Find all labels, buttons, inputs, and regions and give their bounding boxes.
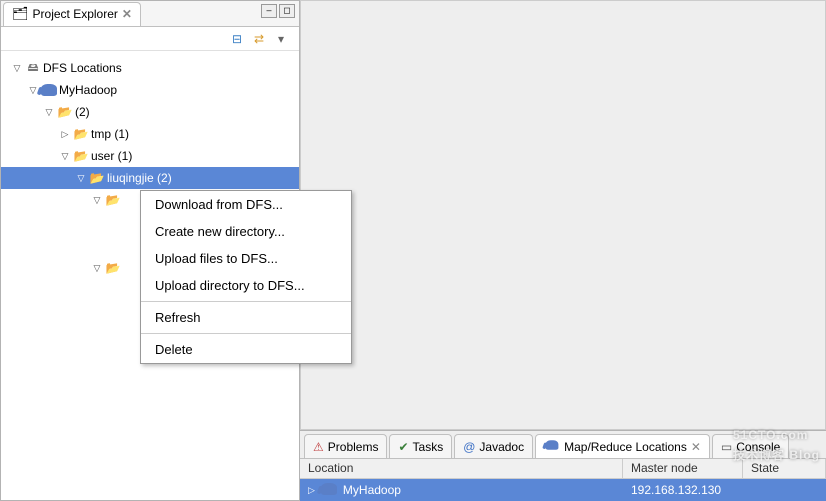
table-header: Location Master node State xyxy=(300,459,826,479)
minimize-button[interactable]: – xyxy=(261,4,277,18)
console-icon: ▭ xyxy=(721,440,732,454)
tab-console[interactable]: ▭ Console xyxy=(712,434,789,458)
bottom-pane: ⚠ Problems ✔ Tasks @ Javadoc Map/Reduce … xyxy=(300,430,826,501)
row-location: MyHadoop xyxy=(343,483,401,497)
drive-icon xyxy=(25,60,41,76)
project-explorer-icon xyxy=(12,6,29,22)
menu-delete[interactable]: Delete xyxy=(141,336,351,363)
chevron-down-icon[interactable]: ▽ xyxy=(75,172,87,184)
maximize-button[interactable]: ◻ xyxy=(279,4,295,18)
folder-open-icon xyxy=(105,192,121,208)
tree-label: tmp (1) xyxy=(91,127,129,141)
tree-node-user[interactable]: ▽ user (1) xyxy=(1,145,299,167)
chevron-right-icon[interactable]: ▷ xyxy=(59,128,71,140)
menu-refresh[interactable]: Refresh xyxy=(141,304,351,331)
view-tab-bar: Project Explorer ✕ – ◻ xyxy=(1,1,299,27)
column-master[interactable]: Master node xyxy=(623,459,743,478)
tree-node-liuqingjie[interactable]: ▽ liuqingjie (2) xyxy=(1,167,299,189)
tree-label: (2) xyxy=(75,105,90,119)
folder-open-icon xyxy=(73,148,89,164)
folder-open-icon xyxy=(73,126,89,142)
chevron-right-icon[interactable]: ▷ xyxy=(308,485,315,496)
menu-create-new-directory[interactable]: Create new directory... xyxy=(141,218,351,245)
tab-label: Problems xyxy=(328,440,379,454)
tree-node-tmp[interactable]: ▷ tmp (1) xyxy=(1,123,299,145)
tree-label: user (1) xyxy=(91,149,132,163)
elephant-icon xyxy=(321,483,337,498)
menu-separator xyxy=(141,301,351,302)
context-menu: Download from DFS... Create new director… xyxy=(140,190,352,364)
tab-label: Javadoc xyxy=(479,440,524,454)
tab-mapreduce-locations[interactable]: Map/Reduce Locations ✕ xyxy=(535,434,710,458)
mapreduce-icon xyxy=(544,439,560,454)
tree-label: DFS Locations xyxy=(43,61,122,75)
menu-upload-directory[interactable]: Upload directory to DFS... xyxy=(141,272,351,299)
column-location[interactable]: Location xyxy=(300,459,623,478)
view-toolbar: ⊟ ⇄ ▾ xyxy=(1,27,299,51)
problems-icon: ⚠ xyxy=(313,440,324,454)
close-icon[interactable]: ✕ xyxy=(122,7,132,21)
view-menu-icon[interactable]: ▾ xyxy=(273,31,289,47)
close-icon[interactable]: ✕ xyxy=(691,440,701,454)
folder-open-icon xyxy=(57,104,73,120)
row-state xyxy=(743,488,826,492)
tree-label: MyHadoop xyxy=(59,83,117,97)
tab-tasks[interactable]: ✔ Tasks xyxy=(389,434,452,458)
collapse-all-icon[interactable]: ⊟ xyxy=(229,31,245,47)
editor-and-bottom: ⚠ Problems ✔ Tasks @ Javadoc Map/Reduce … xyxy=(300,0,826,501)
folder-open-icon xyxy=(89,170,105,186)
chevron-down-icon[interactable]: ▽ xyxy=(11,62,23,74)
editor-area xyxy=(300,0,826,430)
tree-node-myhadoop[interactable]: ▽ MyHadoop xyxy=(1,79,299,101)
bottom-tab-bar: ⚠ Problems ✔ Tasks @ Javadoc Map/Reduce … xyxy=(300,431,826,459)
tab-problems[interactable]: ⚠ Problems xyxy=(304,434,387,458)
elephant-icon xyxy=(41,82,57,98)
project-explorer-tab[interactable]: Project Explorer ✕ xyxy=(3,2,141,26)
folder-open-icon xyxy=(105,260,121,276)
tree-node-root-folder[interactable]: ▽ (2) xyxy=(1,101,299,123)
chevron-down-icon[interactable]: ▽ xyxy=(43,106,55,118)
row-master: 192.168.132.130 xyxy=(623,481,743,499)
chevron-down-icon[interactable]: ▽ xyxy=(91,194,103,206)
tree-label: liuqingjie (2) xyxy=(107,171,172,185)
tree-node-dfs-locations[interactable]: ▽ DFS Locations xyxy=(1,57,299,79)
menu-upload-files[interactable]: Upload files to DFS... xyxy=(141,245,351,272)
tab-label: Map/Reduce Locations xyxy=(564,440,687,454)
menu-separator xyxy=(141,333,351,334)
tab-label: Tasks xyxy=(413,440,444,454)
view-title: Project Explorer xyxy=(33,7,118,21)
chevron-down-icon[interactable]: ▽ xyxy=(91,262,103,274)
tab-javadoc[interactable]: @ Javadoc xyxy=(454,434,533,458)
chevron-down-icon[interactable]: ▽ xyxy=(59,150,71,162)
column-state[interactable]: State xyxy=(743,459,826,478)
tab-label: Console xyxy=(736,440,780,454)
tasks-icon: ✔ xyxy=(398,440,408,454)
menu-download-from-dfs[interactable]: Download from DFS... xyxy=(141,191,351,218)
javadoc-icon: @ xyxy=(463,440,475,454)
table-row[interactable]: ▷ MyHadoop 192.168.132.130 xyxy=(300,479,826,501)
link-editor-icon[interactable]: ⇄ xyxy=(251,31,267,47)
